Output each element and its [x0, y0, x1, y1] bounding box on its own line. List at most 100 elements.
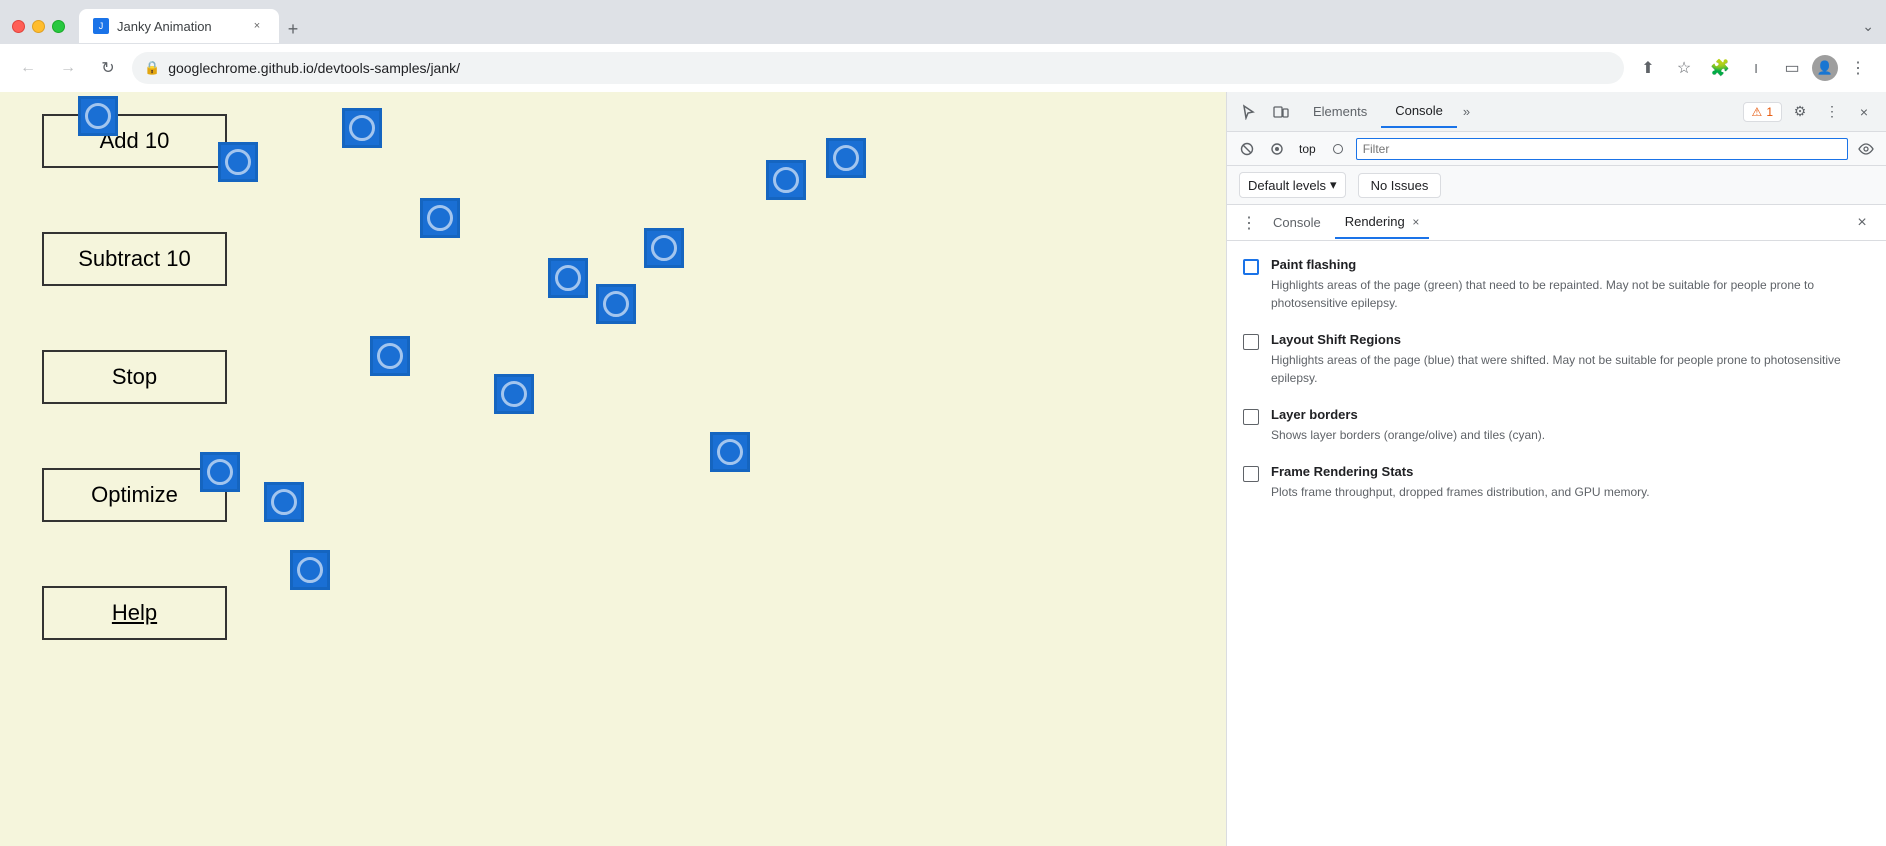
animated-box	[290, 550, 330, 590]
animated-box	[420, 198, 460, 238]
no-issues-button[interactable]: No Issues	[1358, 173, 1442, 198]
extensions-button[interactable]: 🧩	[1704, 52, 1736, 84]
frame-rendering-stats-title: Frame Rendering Stats	[1271, 464, 1650, 479]
traffic-light-green[interactable]	[52, 20, 65, 33]
rendering-frame-stats-item: Frame Rendering Stats Plots frame throug…	[1243, 464, 1870, 501]
layer-borders-desc: Shows layer borders (orange/olive) and t…	[1271, 426, 1545, 444]
panel-more-button[interactable]: ⋮	[1239, 213, 1259, 233]
animated-box	[826, 138, 866, 178]
device-icon	[1273, 104, 1289, 120]
animated-box	[766, 160, 806, 200]
animated-box	[710, 432, 750, 472]
refresh-console-button[interactable]	[1265, 137, 1289, 161]
animated-box	[548, 258, 588, 298]
share-button[interactable]: ⬆	[1632, 52, 1664, 84]
warning-icon: ⚠	[1752, 105, 1763, 119]
sidebar-button[interactable]: ▭	[1776, 52, 1808, 84]
animated-box	[596, 284, 636, 324]
context-dropdown-icon	[1326, 137, 1350, 161]
layout-shift-checkbox[interactable]	[1243, 334, 1259, 350]
help-button[interactable]: Help	[42, 586, 227, 640]
more-icon: ⋮	[1241, 213, 1257, 233]
chrome-menu-button[interactable]: ⋮	[1842, 52, 1874, 84]
levels-row: Default levels ▾ No Issues	[1227, 166, 1886, 205]
address-bar[interactable]: 🔒 googlechrome.github.io/devtools-sample…	[132, 52, 1624, 84]
tab-favicon: J	[93, 18, 109, 34]
tab-elements[interactable]: Elements	[1299, 96, 1381, 127]
subtract-10-button[interactable]: Subtract 10	[42, 232, 227, 286]
frame-rendering-stats-checkbox[interactable]	[1243, 466, 1259, 482]
refresh-button[interactable]: ↻	[92, 52, 124, 84]
lock-icon: 🔒	[144, 60, 160, 76]
devtools-close-button[interactable]: ×	[1850, 98, 1878, 126]
rendering-layout-shift-item: Layout Shift Regions Highlights areas of…	[1243, 332, 1870, 387]
paint-flashing-checkbox[interactable]	[1243, 259, 1259, 275]
rendering-tab-close-button[interactable]: ×	[1412, 215, 1419, 229]
paint-flashing-title: Paint flashing	[1271, 257, 1870, 272]
traffic-light-yellow[interactable]	[32, 20, 45, 33]
panel-close-icon: ×	[1857, 214, 1866, 232]
refresh-icon	[1270, 142, 1284, 156]
ban-icon	[1240, 142, 1254, 156]
dropdown-arrow-icon	[1333, 144, 1343, 154]
bookmark-button[interactable]: ☆	[1668, 52, 1700, 84]
layout-shift-title: Layout Shift Regions	[1271, 332, 1870, 347]
address-text: googlechrome.github.io/devtools-samples/…	[168, 60, 1612, 76]
rendering-layer-borders-item: Layer borders Shows layer borders (orang…	[1243, 407, 1870, 444]
animated-box	[370, 336, 410, 376]
warning-badge[interactable]: ⚠ 1	[1743, 102, 1782, 122]
context-selector[interactable]: top	[1295, 140, 1320, 158]
layer-borders-checkbox[interactable]	[1243, 409, 1259, 425]
close-icon: ×	[1860, 104, 1868, 120]
clear-console-button[interactable]	[1235, 137, 1259, 161]
tab-panel-console[interactable]: Console	[1263, 207, 1331, 238]
overflow-icon: ⋮	[1825, 103, 1839, 120]
sidebar-icon: ▭	[1784, 58, 1799, 78]
animated-box	[264, 482, 304, 522]
profile-icon: 👤	[1817, 60, 1833, 76]
frame-rendering-stats-desc: Plots frame throughput, dropped frames d…	[1271, 483, 1650, 501]
default-levels-button[interactable]: Default levels ▾	[1239, 172, 1346, 198]
devtools-settings-button[interactable]: ⚙	[1786, 98, 1814, 126]
animated-box	[78, 96, 118, 136]
add-10-button[interactable]: Add 10	[42, 114, 227, 168]
tab-console[interactable]: Console	[1381, 95, 1457, 128]
traffic-light-red[interactable]	[12, 20, 25, 33]
animated-box	[342, 108, 382, 148]
active-tab[interactable]: J Janky Animation ×	[79, 9, 279, 43]
devtools-overflow-button[interactable]: ⋮	[1818, 98, 1846, 126]
rendering-content: Paint flashing Highlights areas of the p…	[1227, 241, 1886, 846]
profile-avatar[interactable]: 👤	[1812, 55, 1838, 81]
title-bar: J Janky Animation × + ⌄	[0, 0, 1886, 44]
cursor-icon	[1241, 104, 1257, 120]
window-menu-button[interactable]: ⌄	[1862, 18, 1874, 35]
browser-window: J Janky Animation × + ⌄ ← → ↻ 🔒	[0, 0, 1886, 846]
panel-close-button[interactable]: ×	[1850, 211, 1874, 235]
devtools-tabs: Elements Console »	[1299, 95, 1739, 128]
layout-shift-desc: Highlights areas of the page (blue) that…	[1271, 351, 1870, 387]
cast-icon: I	[1754, 61, 1758, 76]
bookmark-icon: ☆	[1677, 58, 1691, 78]
tab-close-button[interactable]: ×	[249, 18, 265, 34]
forward-icon: →	[60, 59, 76, 77]
nav-actions: ⬆ ☆ 🧩 I ▭ 👤 ⋮	[1632, 52, 1874, 84]
eye-icon	[1858, 143, 1874, 155]
console-toolbar: top	[1227, 132, 1886, 166]
menu-icon: ⋮	[1850, 58, 1866, 78]
stop-button[interactable]: Stop	[42, 350, 227, 404]
back-button[interactable]: ←	[12, 52, 44, 84]
device-emulation-button[interactable]	[1267, 98, 1295, 126]
refresh-icon: ↻	[101, 58, 114, 78]
filter-input[interactable]	[1356, 138, 1848, 160]
sidebar-filter-button[interactable]	[1854, 137, 1878, 161]
devtools-panel: Elements Console » ⚠ 1 ⚙ ⋮	[1226, 92, 1886, 846]
page-content: Add 10 Subtract 10 Stop Optimize Help	[0, 92, 1226, 846]
more-tabs-button[interactable]: »	[1457, 100, 1476, 123]
animated-box	[494, 374, 534, 414]
devtools-main-toolbar: Elements Console » ⚠ 1 ⚙ ⋮	[1227, 92, 1886, 132]
new-tab-button[interactable]: +	[279, 15, 307, 43]
forward-button[interactable]: →	[52, 52, 84, 84]
inspector-tool-button[interactable]	[1235, 98, 1263, 126]
cast-extension-button[interactable]: I	[1740, 52, 1772, 84]
tab-panel-rendering[interactable]: Rendering ×	[1335, 206, 1430, 239]
